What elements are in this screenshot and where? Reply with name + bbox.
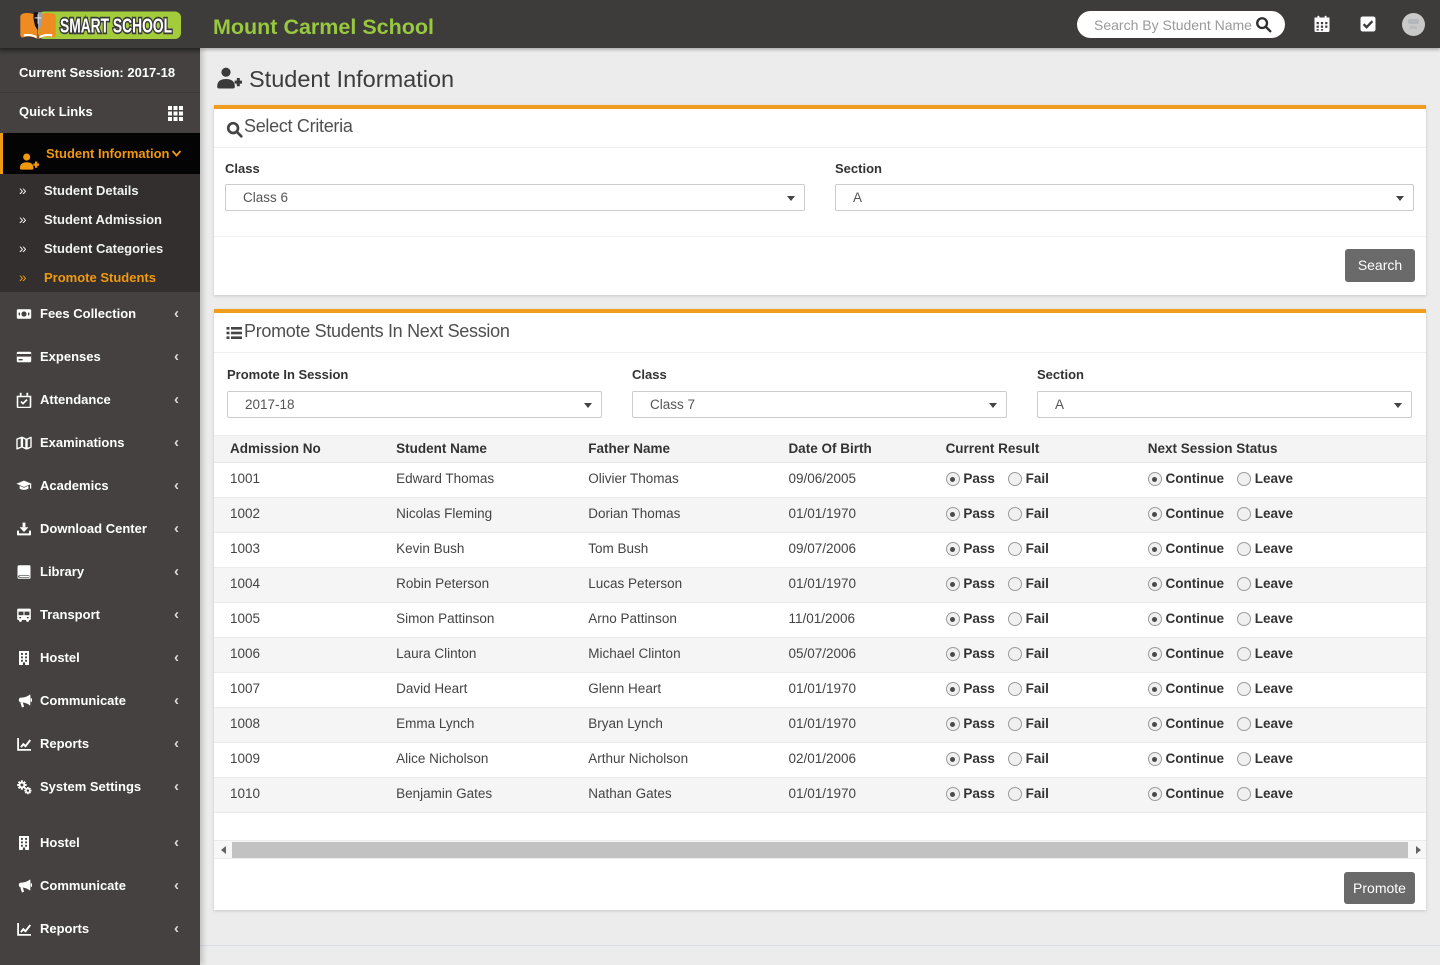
- svg-text:SMART SCHOOL: SMART SCHOOL: [60, 16, 172, 38]
